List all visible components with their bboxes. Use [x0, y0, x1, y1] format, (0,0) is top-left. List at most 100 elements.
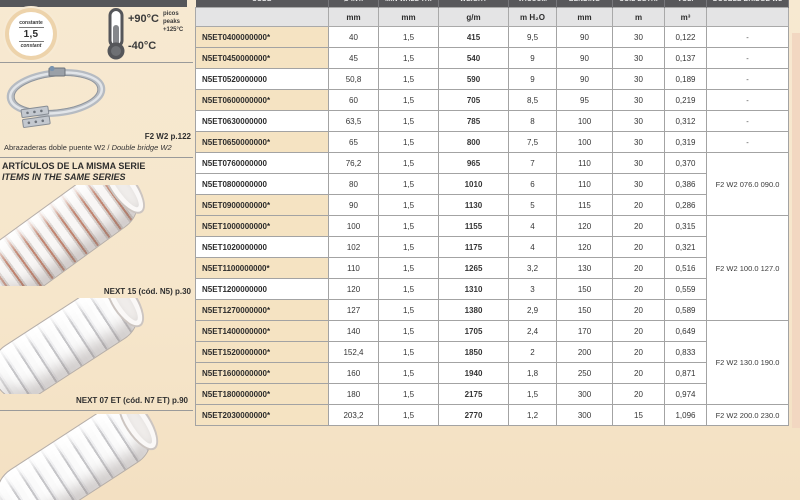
badge-divider — [19, 27, 44, 28]
cell-double-bridge: - — [707, 27, 789, 48]
cell-bending: 250 — [557, 363, 613, 384]
header-cell: COIL LGTH. — [613, 0, 665, 8]
cell-diameter: 102 — [329, 237, 379, 258]
table-row: N5ET0600000000*601,57058,595300,219- — [196, 90, 789, 111]
cell-coil: 20 — [613, 279, 665, 300]
cell-diameter: 180 — [329, 384, 379, 405]
cell-code: N5ET1400000000* — [196, 321, 329, 342]
cell-weight: 1130 — [439, 195, 509, 216]
cell-coil: 30 — [613, 132, 665, 153]
divider — [0, 157, 193, 158]
cell-wall: 1,5 — [379, 48, 439, 69]
cell-volume: 0,189 — [665, 69, 707, 90]
cell-weight: 2175 — [439, 384, 509, 405]
cell-wall: 1,5 — [379, 216, 439, 237]
cell-weight: 540 — [439, 48, 509, 69]
cell-wall: 1,5 — [379, 90, 439, 111]
cell-bending: 100 — [557, 132, 613, 153]
cell-code: N5ET0600000000* — [196, 90, 329, 111]
cell-vacuum: 7 — [509, 153, 557, 174]
table-row: N5ET1800000000*1801,521751,5300200,974 — [196, 384, 789, 405]
cell-code: N5ET0630000000 — [196, 111, 329, 132]
cell-weight: 785 — [439, 111, 509, 132]
cell-double-bridge: - — [707, 132, 789, 153]
cell-coil: 20 — [613, 363, 665, 384]
cell-double-bridge: F2 W2 076.0 090.0 — [707, 153, 789, 216]
cell-volume: 0,370 — [665, 153, 707, 174]
table-row: N5ET076000000076,21,59657110300,370F2 W2… — [196, 153, 789, 174]
cell-vacuum: 1,2 — [509, 405, 557, 426]
cell-diameter: 140 — [329, 321, 379, 342]
cell-vacuum: 3,2 — [509, 258, 557, 279]
cell-code: N5ET1020000000 — [196, 237, 329, 258]
cell-volume: 0,321 — [665, 237, 707, 258]
table-row: N5ET1000000000*1001,511554120200,315F2 W… — [196, 216, 789, 237]
table-row: N5ET0400000000*401,54159,590300,122- — [196, 27, 789, 48]
cell-wall: 1,5 — [379, 405, 439, 426]
cell-coil: 15 — [613, 405, 665, 426]
hose-spiral-graphic — [0, 414, 164, 500]
catalog-page: constante 1,5 constant +90°C picos peaks… — [0, 0, 800, 500]
cell-volume: 0,312 — [665, 111, 707, 132]
cell-weight: 800 — [439, 132, 509, 153]
badge-divider — [19, 41, 44, 42]
cell-volume: 0,122 — [665, 27, 707, 48]
unit-cell — [196, 8, 329, 27]
cell-double-bridge: F2 W2 200.0 230.0 — [707, 405, 789, 426]
cell-coil: 30 — [613, 153, 665, 174]
cell-coil: 20 — [613, 300, 665, 321]
sidebar-header-cropped — [0, 0, 187, 7]
temp-max-label: +90°C — [128, 13, 159, 25]
peaks-temp: +125°C — [163, 26, 183, 34]
cell-coil: 20 — [613, 258, 665, 279]
cell-volume: 1,096 — [665, 405, 707, 426]
constant-factor-badge: constante 1,5 constant — [12, 15, 50, 53]
thermometer-icon — [103, 8, 129, 60]
peaks-line-en: peaks — [163, 18, 183, 26]
cell-weight: 2770 — [439, 405, 509, 426]
related-item-next07: NEXT 07 ET (cód. N7 ET) p.90 — [0, 396, 188, 405]
clamp-caption-en: Double bridge W2 — [112, 143, 172, 152]
cell-weight: 1265 — [439, 258, 509, 279]
clamp-image — [2, 66, 117, 130]
cell-coil: 30 — [613, 111, 665, 132]
badge-label-en: constant — [21, 43, 42, 49]
clamp-caption: Abrazaderas doble puente W2 / Double bri… — [4, 143, 193, 152]
cell-wall: 1,5 — [379, 258, 439, 279]
cell-vacuum: 8 — [509, 111, 557, 132]
cell-wall: 1,5 — [379, 384, 439, 405]
cell-bending: 90 — [557, 48, 613, 69]
cell-double-bridge: - — [707, 69, 789, 90]
cell-coil: 30 — [613, 174, 665, 195]
cell-diameter: 110 — [329, 258, 379, 279]
spec-table: CODEØ INT.MIN WALL TH.WEIGHTVACUUMBENDIN… — [195, 0, 789, 426]
cell-wall: 1,5 — [379, 237, 439, 258]
cell-diameter: 90 — [329, 195, 379, 216]
unit-cell: m³ — [665, 8, 707, 27]
table-header-row: CODEØ INT.MIN WALL TH.WEIGHTVACUUMBENDIN… — [196, 0, 789, 8]
cell-vacuum: 6 — [509, 174, 557, 195]
hose-spiral-graphic — [0, 185, 151, 286]
related-item-next15: NEXT 15 (cód. N5) p.30 — [0, 287, 191, 296]
cell-code: N5ET1800000000* — [196, 384, 329, 405]
spec-table-body: N5ET0400000000*401,54159,590300,122- N5ET… — [196, 27, 789, 426]
temp-peaks-label: picos peaks +125°C — [163, 10, 183, 34]
cell-vacuum: 9 — [509, 69, 557, 90]
cell-vacuum: 4 — [509, 216, 557, 237]
cell-volume: 0,315 — [665, 216, 707, 237]
hose-image-next15 — [0, 185, 196, 286]
table-row: N5ET0650000000*651,58007,5100300,319- — [196, 132, 789, 153]
table-row: N5ET1520000000*152,41,518502200200,833 — [196, 342, 789, 363]
cell-double-bridge: F2 W2 100.0 127.0 — [707, 216, 789, 321]
header-cell: BENDING — [557, 0, 613, 8]
cell-volume: 0,137 — [665, 48, 707, 69]
table-row: N5ET1100000000*1101,512653,2130200,516 — [196, 258, 789, 279]
table-row: N5ET12000000001201,513103150200,559 — [196, 279, 789, 300]
cell-volume: 0,589 — [665, 300, 707, 321]
cell-code: N5ET0760000000 — [196, 153, 329, 174]
cell-bending: 130 — [557, 258, 613, 279]
cell-diameter: 65 — [329, 132, 379, 153]
cell-diameter: 50,8 — [329, 69, 379, 90]
cell-vacuum: 5 — [509, 195, 557, 216]
cell-weight: 1850 — [439, 342, 509, 363]
